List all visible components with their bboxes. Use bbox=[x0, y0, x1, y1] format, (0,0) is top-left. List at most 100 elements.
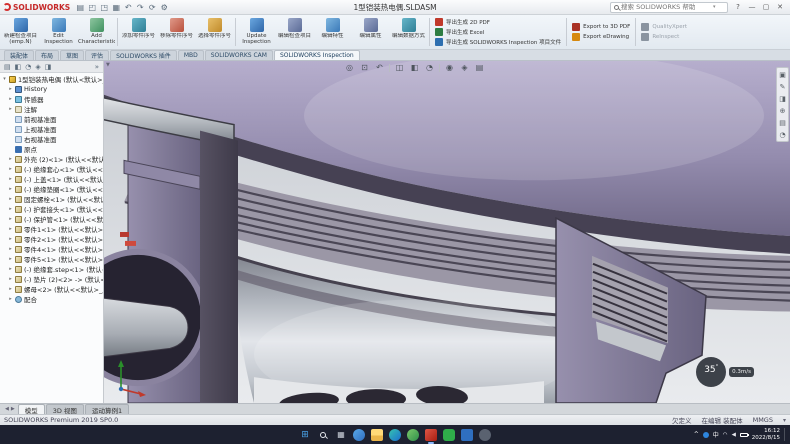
tab-sketch[interactable]: 草图 bbox=[60, 50, 84, 60]
remove-balloons-button[interactable]: 移除零件序号 bbox=[158, 16, 195, 48]
qualityxpert-button[interactable]: QualityXpert bbox=[641, 23, 687, 31]
export-3d-pdf-button[interactable]: Export to 3D PDF bbox=[572, 23, 630, 31]
tree-item-origin[interactable]: 原点 bbox=[0, 144, 103, 154]
expand-icon[interactable]: ▸ bbox=[8, 276, 13, 282]
tree-item-component[interactable]: ▸ (-) 绝缘套.step<1> (默认<<默认> bbox=[0, 264, 103, 274]
ime-indicator[interactable]: 中 bbox=[713, 430, 719, 439]
help-search-box[interactable]: ▾ bbox=[610, 2, 728, 13]
tree-item-component[interactable]: ▸ (-) 上盖<1> (默认<<默认>_显示状 bbox=[0, 174, 103, 184]
list-icon[interactable]: ▤ bbox=[779, 118, 786, 127]
comment-icon[interactable]: ▣ bbox=[779, 70, 786, 79]
search-caret-icon[interactable]: ▾ bbox=[713, 4, 716, 10]
tree-item-component[interactable]: ▸ 外壳 (2)<1> (默认<<默认>_显示状 bbox=[0, 154, 103, 164]
configuration-manager-tab-icon[interactable]: ◔ bbox=[25, 63, 31, 71]
tab-evaluate[interactable]: 评估 bbox=[85, 50, 109, 60]
edit-properties-button[interactable]: 编辑属性 bbox=[352, 16, 389, 48]
tree-item-annotations[interactable]: ▸ 注解 bbox=[0, 104, 103, 114]
print-icon[interactable]: ▦ bbox=[111, 3, 121, 12]
expand-icon[interactable]: ▸ bbox=[8, 166, 13, 172]
tree-item-component[interactable]: ▸ (-) 护套接头<1> (默认<<默认>_ bbox=[0, 204, 103, 214]
expand-icon[interactable]: ▸ bbox=[8, 266, 13, 272]
expand-icon[interactable]: ▸ bbox=[8, 296, 13, 302]
hide-show-icon[interactable]: ◉ bbox=[444, 62, 455, 73]
open-icon[interactable]: ◰ bbox=[87, 3, 97, 12]
tree-item-component[interactable]: ▸ (-) 垫片 (2)<2> -> (默认<<默认> bbox=[0, 274, 103, 284]
edit-project-data-button[interactable]: 编辑检查项目 bbox=[276, 16, 313, 48]
expand-icon[interactable]: ▸ bbox=[8, 106, 13, 112]
model-inner-shadow-strip[interactable] bbox=[200, 131, 238, 403]
new-inspection-project-button[interactable]: 新建检查项目 (emp.N) bbox=[2, 16, 39, 48]
tab-solidworks-inspection[interactable]: SOLIDWORKS Inspection bbox=[274, 50, 360, 60]
export-2d-pdf-button[interactable]: 导出生成 2D PDF bbox=[435, 18, 561, 26]
history-icon[interactable]: ◔ bbox=[779, 130, 785, 139]
documents-button[interactable] bbox=[461, 429, 473, 441]
taskbar-clock[interactable]: 16:12 2022/8/15 bbox=[752, 428, 780, 441]
export-edrawing-button[interactable]: Export eDrawing bbox=[572, 33, 630, 41]
dimxpert-tab-icon[interactable]: ◈ bbox=[35, 63, 40, 71]
add-characteristic-button[interactable]: Add Characteristic bbox=[78, 16, 115, 48]
rebuild-icon[interactable]: ⟳ bbox=[147, 3, 157, 12]
tree-item-sensors[interactable]: ▸ 传感器 bbox=[0, 94, 103, 104]
expand-icon[interactable]: ▸ bbox=[8, 186, 13, 192]
tab-3d-views[interactable]: 3D 视图 bbox=[46, 404, 84, 414]
tree-item-front-plane[interactable]: 前视基准面 bbox=[0, 114, 103, 124]
tabs-scroll-left-icon[interactable]: ◀ bbox=[5, 406, 9, 412]
tree-item-component[interactable]: ▸ 螺母<2> (默认<<默认>_显示状态 bbox=[0, 284, 103, 294]
settings-button[interactable] bbox=[479, 429, 491, 441]
edit-data-method-button[interactable]: 编辑数据方式 bbox=[390, 16, 427, 48]
tab-mbd[interactable]: MBD bbox=[178, 50, 204, 60]
display-manager-tab-icon[interactable]: ◨ bbox=[45, 63, 52, 71]
tree-item-right-plane[interactable]: 右视基准面 bbox=[0, 134, 103, 144]
feature-tree-tab-icon[interactable]: ▤ bbox=[4, 63, 11, 71]
options-icon[interactable]: ⚙ bbox=[159, 3, 169, 12]
expand-icon[interactable]: ▸ bbox=[8, 286, 13, 292]
expand-icon[interactable]: ▸ bbox=[8, 226, 13, 232]
tree-item-mates[interactable]: ▸ 配合 bbox=[0, 294, 103, 304]
widgets-button[interactable] bbox=[353, 429, 365, 441]
edge-button[interactable] bbox=[389, 429, 401, 441]
status-caret-icon[interactable]: ▾ bbox=[783, 417, 786, 424]
expand-icon[interactable]: ▸ bbox=[8, 156, 13, 162]
units-selector[interactable]: MMGS bbox=[753, 416, 773, 424]
tree-item-component[interactable]: ▸ 零件2<1> (默认<<默认>_显示状态 bbox=[0, 234, 103, 244]
export-inspection-project-button[interactable]: 导出生成 SOLIDWORKS Inspection 项目文件 bbox=[435, 38, 561, 46]
tab-addins[interactable]: SOLIDWORKS 插件 bbox=[110, 50, 177, 60]
tree-item-history[interactable]: ▸ History bbox=[0, 84, 103, 94]
tree-item-component[interactable]: ▸ 零件1<1> (默认<<默认>_显示状态 bbox=[0, 224, 103, 234]
previous-view-icon[interactable]: ↶ bbox=[374, 62, 385, 73]
add-balloons-button[interactable]: 添加零件序号 bbox=[120, 16, 157, 48]
graphics-viewport[interactable]: ▼ ◎ ⊡ ↶ ◫ ◧ ◔ ◉ ◈ ▤ ▣ ✎ ◨ ⊕ ▤ ◔ bbox=[104, 61, 790, 403]
markup-icon[interactable]: ✎ bbox=[780, 82, 786, 91]
add-icon[interactable]: ⊕ bbox=[780, 106, 786, 115]
zoom-area-icon[interactable]: ⊡ bbox=[359, 62, 370, 73]
tray-chevron-icon[interactable]: ^ bbox=[694, 431, 699, 438]
notification-badge[interactable] bbox=[703, 432, 709, 438]
zoom-fit-icon[interactable]: ◎ bbox=[344, 62, 355, 73]
tree-item-root[interactable]: ▾ 1型铠装热电偶 (默认<默认>_显示状态-1 bbox=[0, 74, 103, 84]
export-excel-button[interactable]: 导出生成 Excel bbox=[435, 28, 561, 36]
undo-icon[interactable]: ↶ bbox=[123, 3, 133, 12]
expand-icon[interactable]: ▸ bbox=[8, 96, 13, 102]
expand-icon[interactable]: ▸ bbox=[8, 256, 13, 262]
tree-item-component[interactable]: ▸ 零件5<1> (默认<<默认>_显示状态 bbox=[0, 254, 103, 264]
tab-assembly[interactable]: 装配体 bbox=[4, 50, 34, 60]
reinspect-button[interactable]: ReInspect bbox=[641, 33, 687, 41]
redo-icon[interactable]: ↷ bbox=[135, 3, 145, 12]
section-view-icon[interactable]: ◫ bbox=[394, 62, 405, 73]
measure-icon[interactable]: ◨ bbox=[779, 94, 786, 103]
tree-item-component[interactable]: ▸ (-) 绝缘垫圈<1> (默认<<默认>_ bbox=[0, 184, 103, 194]
expand-icon[interactable]: ▸ bbox=[8, 246, 13, 252]
view-orientation-icon[interactable]: ◧ bbox=[409, 62, 420, 73]
taskbar-search-button[interactable] bbox=[317, 429, 329, 441]
scene-icon[interactable]: ▤ bbox=[474, 62, 485, 73]
update-inspection-button[interactable]: Update Inspection bbox=[238, 16, 275, 48]
expand-icon[interactable]: ▸ bbox=[8, 206, 13, 212]
solidworks-app-button[interactable] bbox=[425, 429, 437, 441]
maximize-button[interactable]: ▢ bbox=[759, 1, 773, 13]
help-button[interactable]: ? bbox=[731, 1, 745, 13]
tree-item-component[interactable]: ▸ 零件4<1> (默认<<默认>_显示状态 bbox=[0, 244, 103, 254]
tree-item-component[interactable]: ▸ (-) 保护管<1> (默认<<默认>_显示 bbox=[0, 214, 103, 224]
expand-icon[interactable]: ▸ bbox=[8, 236, 13, 242]
save-icon[interactable]: ◳ bbox=[99, 3, 109, 12]
volume-icon[interactable]: ◀ bbox=[732, 432, 736, 438]
